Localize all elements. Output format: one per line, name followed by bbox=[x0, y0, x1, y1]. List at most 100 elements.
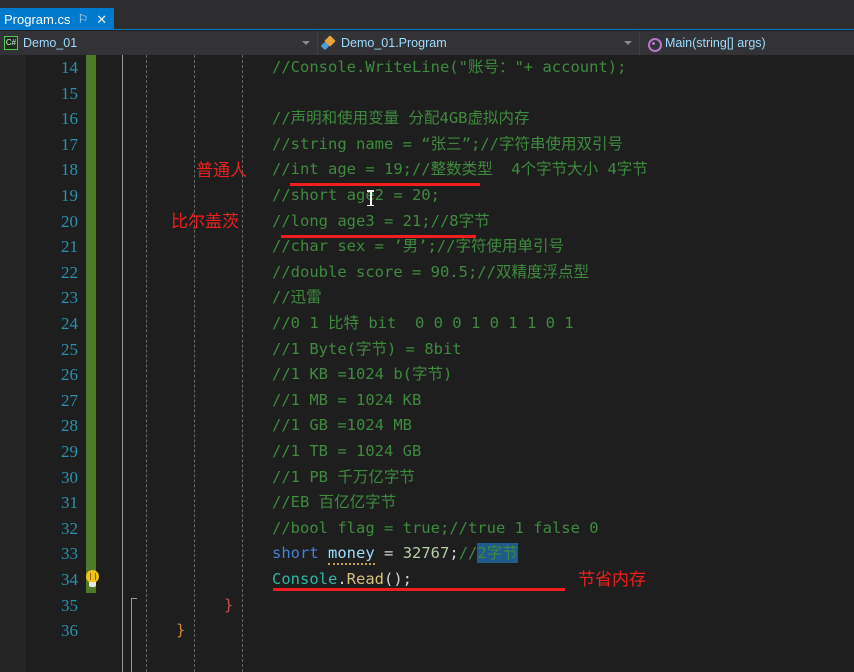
code-editor[interactable]: 14 15 16 17 18 19 20 21 22 23 24 25 26 27 28 29 30 31 32 33… bbox=[0, 55, 854, 672]
nav-project-label: Demo_01 bbox=[23, 36, 78, 50]
code-line[interactable]: //double score = 90.5;//双精度浮点型 bbox=[272, 262, 589, 283]
code-line[interactable]: //1 TB = 1024 GB bbox=[272, 441, 421, 462]
comment-text: //EB 百亿亿字节 bbox=[272, 493, 397, 512]
code-line[interactable]: //string name = “张三”;//字符串使用双引号 bbox=[272, 134, 623, 155]
line-number-row: 24 bbox=[26, 311, 84, 337]
nav-class-label: Demo_01.Program bbox=[341, 36, 447, 50]
nav-dropdown-class[interactable]: Demo_01.Program bbox=[318, 31, 640, 55]
lightbulb-base bbox=[89, 582, 96, 587]
line-number: 30 bbox=[61, 467, 78, 487]
code-line[interactable]: //short age2 = 20; bbox=[272, 185, 440, 206]
line-number-gutter: 14 15 16 17 18 19 20 21 22 23 24 25 26 27 28 29 30 31 32 33… bbox=[26, 55, 84, 672]
code-line[interactable]: //0 1 比特 bit 0 0 0 1 0 1 1 0 1 bbox=[272, 313, 574, 334]
change-indicator bbox=[86, 541, 96, 567]
change-indicator bbox=[86, 80, 96, 107]
editor-outer-gutter[interactable] bbox=[0, 55, 26, 672]
code-line[interactable]: } bbox=[224, 595, 233, 616]
line-number-row: 29 bbox=[26, 439, 84, 465]
comment-text: //long age3 = 21;//8字节 bbox=[272, 211, 490, 230]
comment-text: //char sex = ’男’;//字符使用单引号 bbox=[272, 237, 564, 256]
literal-32767: 32767 bbox=[402, 544, 450, 563]
chevron-down-icon[interactable] bbox=[302, 41, 310, 45]
code-line[interactable]: //迅雷 bbox=[272, 287, 322, 308]
gutter-separator bbox=[122, 55, 123, 672]
identifier-money: money bbox=[328, 544, 375, 566]
closing-brace: } bbox=[176, 621, 186, 640]
line-number: 18 bbox=[61, 160, 78, 180]
code-line[interactable]: //1 PB 千万亿字节 bbox=[272, 467, 415, 488]
code-line[interactable]: Console.Read(); bbox=[272, 569, 412, 590]
change-indicator bbox=[86, 131, 96, 158]
comment-text: //声明和使用变量 分配4GB虚拟内存 bbox=[272, 109, 530, 128]
keyword-short: short bbox=[272, 544, 319, 563]
line-number-row: 22 bbox=[26, 260, 84, 286]
tab-program-cs[interactable]: Program.cs ⚐ ✕ bbox=[0, 8, 115, 30]
code-line[interactable]: //1 Byte(字节) = 8bit bbox=[272, 339, 462, 360]
nav-dropdown-member[interactable]: Main(string[] args) bbox=[640, 31, 854, 55]
change-indicator bbox=[86, 234, 96, 260]
close-icon[interactable]: ✕ bbox=[95, 13, 108, 26]
pin-icon[interactable]: ⚐ bbox=[76, 13, 89, 25]
code-line[interactable] bbox=[272, 83, 281, 104]
code-line[interactable]: //char sex = ’男’;//字符使用单引号 bbox=[272, 236, 564, 257]
line-number: 28 bbox=[61, 416, 78, 436]
code-line[interactable]: //int age = 19;//整数类型 4个字节大小 4字节 bbox=[272, 159, 648, 180]
line-number-row: 26 bbox=[26, 362, 84, 388]
indent-guide bbox=[146, 55, 147, 672]
line-number: 26 bbox=[61, 365, 78, 385]
line-number-row: 36 bbox=[26, 618, 84, 644]
csharp-project-icon: C# bbox=[4, 36, 18, 50]
change-indicator bbox=[86, 55, 96, 81]
text-selection[interactable]: 2字节 bbox=[477, 543, 518, 564]
comment-text: //double score = 90.5;//双精度浮点型 bbox=[272, 262, 589, 281]
code-line[interactable]: short money = 32767;//2字节 bbox=[272, 543, 518, 566]
change-indicator bbox=[86, 285, 96, 311]
change-indicator bbox=[86, 387, 96, 414]
comment-text: //1 MB = 1024 KB bbox=[272, 390, 422, 409]
code-line[interactable]: //bool flag = true;//true 1 false 0 bbox=[272, 518, 599, 539]
line-number-row: 20 bbox=[26, 209, 84, 235]
line-number: 25 bbox=[61, 339, 78, 359]
closing-brace: } bbox=[224, 595, 234, 614]
line-number-row: 19 bbox=[26, 183, 84, 209]
code-line[interactable]: //1 MB = 1024 KB bbox=[272, 390, 421, 411]
line-number-row: 33 bbox=[26, 541, 84, 567]
line-number: 35 bbox=[61, 595, 78, 615]
code-line[interactable]: } bbox=[176, 620, 185, 641]
change-indicator bbox=[86, 157, 96, 183]
lightbulb-filament bbox=[89, 572, 96, 580]
code-line[interactable]: //long age3 = 21;//8字节 bbox=[272, 211, 490, 232]
comment-text: //Console.WriteLine("账号："+ account); bbox=[272, 58, 627, 76]
code-line[interactable]: //声明和使用变量 分配4GB虚拟内存 bbox=[272, 108, 530, 129]
code-line[interactable]: //1 GB =1024 MB bbox=[272, 415, 412, 436]
line-number-row: 28 bbox=[26, 413, 84, 439]
line-number-row: 15 bbox=[26, 81, 84, 107]
comment-text: //int age = 19;//整数类型 4个字节大小 4字节 bbox=[272, 160, 648, 179]
outline-collapse-bracket[interactable] bbox=[131, 598, 137, 672]
class-icon bbox=[322, 36, 336, 50]
line-number-row: 23 bbox=[26, 285, 84, 311]
line-number: 20 bbox=[61, 211, 78, 231]
code-line[interactable]: //1 KB =1024 b(字节) bbox=[272, 364, 452, 385]
line-number: 24 bbox=[61, 314, 78, 333]
code-line[interactable]: //Console.WriteLine("账号："+ account); bbox=[272, 57, 626, 78]
line-number: 21 bbox=[61, 237, 78, 257]
change-indicator bbox=[86, 362, 96, 388]
line-number: 34 bbox=[61, 570, 78, 589]
line-number: 36 bbox=[61, 621, 78, 641]
nav-dropdown-project[interactable]: C# Demo_01 bbox=[0, 31, 318, 55]
line-number: 29 bbox=[61, 442, 78, 461]
line-number-row: 31 bbox=[26, 490, 84, 516]
nav-member-label: Main(string[] args) bbox=[665, 36, 766, 50]
line-number: 17 bbox=[61, 134, 78, 154]
code-text-surface[interactable]: //Console.WriteLine("账号："+ account); //声… bbox=[126, 55, 854, 672]
line-number-row: 14 bbox=[26, 55, 84, 81]
line-number-row: 32 bbox=[26, 516, 84, 542]
comment-text: //bool flag = true;//true 1 false 0 bbox=[272, 518, 599, 537]
indent-guide bbox=[242, 55, 243, 672]
code-navigation-bar: C# Demo_01 Demo_01.Program Main(string[]… bbox=[0, 31, 854, 55]
lightbulb-quick-action-icon[interactable] bbox=[84, 570, 102, 590]
code-line[interactable]: //EB 百亿亿字节 bbox=[272, 492, 396, 513]
chevron-down-icon[interactable] bbox=[624, 41, 632, 45]
comment-text: //short age2 = 20; bbox=[272, 186, 440, 204]
